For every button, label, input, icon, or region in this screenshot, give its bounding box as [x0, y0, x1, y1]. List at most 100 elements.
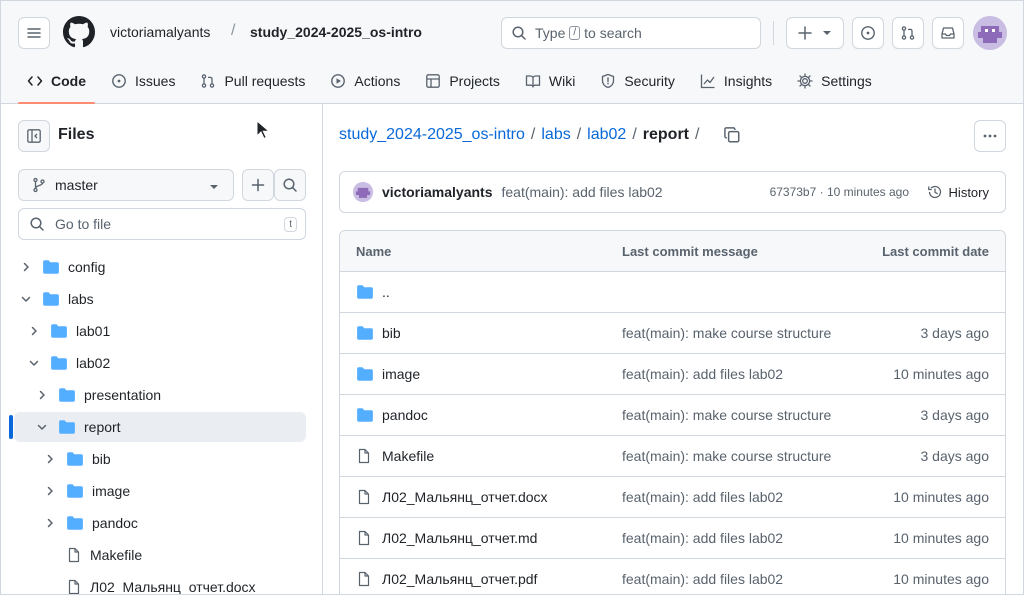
chevron-down-icon	[37, 424, 47, 430]
pull-requests-button[interactable]	[892, 17, 924, 49]
tree-item-label: image	[92, 483, 131, 499]
go-to-file-input[interactable]: Go to file t	[18, 208, 306, 240]
tree-item[interactable]: Л02_Мальянц_отчет.docx	[14, 572, 306, 595]
folder-icon	[43, 260, 59, 274]
tab-settings[interactable]: Settings	[788, 64, 881, 98]
tab-projects[interactable]: Projects	[416, 64, 509, 98]
row-commit-message[interactable]: feat(main): add files lab02	[622, 366, 783, 382]
table-row[interactable]: Л02_Мальянц_отчет.docx feat(main): add fi…	[340, 477, 1005, 518]
row-name-link[interactable]: Л02_Мальянц_отчет.md	[382, 530, 537, 546]
table-row[interactable]: Л02_Мальянц_отчет.pdf feat(main): add fil…	[340, 559, 1005, 595]
tree-toggle[interactable]	[42, 453, 58, 465]
search-prefix: Type	[535, 25, 566, 41]
tab-insights[interactable]: Insights	[691, 64, 781, 98]
repo-owner-link[interactable]: victoriamalyants	[110, 24, 210, 40]
row-commit-message[interactable]: feat(main): make course structure	[622, 407, 831, 423]
tree-item[interactable]: lab02	[14, 348, 306, 378]
chevron-right-icon	[31, 326, 37, 336]
user-avatar[interactable]	[973, 16, 1007, 50]
row-name-link[interactable]: image	[382, 366, 420, 382]
file-icon	[358, 448, 370, 464]
folder-icon	[67, 484, 83, 498]
row-name-link[interactable]: bib	[382, 325, 401, 341]
history-button[interactable]: History	[919, 177, 997, 207]
breadcrumb-repo-link[interactable]: study_2024-2025_os-intro	[339, 126, 525, 144]
row-commit-message[interactable]: feat(main): add files lab02	[622, 571, 783, 587]
row-name-link[interactable]: Makefile	[382, 448, 434, 464]
table-row[interactable]: ..	[340, 272, 1005, 313]
git-pull-request-icon	[901, 26, 915, 40]
folder-icon	[42, 259, 60, 275]
folder-icon	[356, 407, 374, 423]
folder-icon	[51, 324, 67, 338]
tree-item[interactable]: report	[9, 412, 306, 442]
tree-toggle[interactable]	[34, 389, 50, 401]
tree-toggle[interactable]	[26, 357, 42, 369]
tree-item-label: lab01	[76, 323, 111, 339]
table-row[interactable]: pandoc feat(main): make course structure 3…	[340, 395, 1005, 436]
tree-item[interactable]: pandoc	[14, 508, 306, 538]
repo-name-link[interactable]: study_2024-2025_os-intro	[250, 24, 422, 40]
tree-item[interactable]: Makefile	[14, 540, 306, 570]
tab-actions[interactable]: Actions	[321, 64, 409, 98]
row-name-link[interactable]: pandoc	[382, 407, 428, 423]
tab-issues[interactable]: Issues	[102, 64, 184, 98]
tree-toggle[interactable]	[18, 261, 34, 273]
tree-item[interactable]: labs	[14, 284, 306, 314]
collapse-sidebar-button[interactable]	[18, 120, 50, 152]
book-icon	[525, 75, 541, 88]
more-options-button[interactable]	[974, 120, 1006, 152]
table-row[interactable]: bib feat(main): make course structure 3 da…	[340, 313, 1005, 354]
tree-toggle[interactable]	[34, 421, 50, 433]
tree-item[interactable]: bib	[14, 444, 306, 474]
hamburger-icon	[27, 28, 41, 38]
commit-meta[interactable]: 67373b7 · 10 minutes ago	[770, 185, 909, 199]
file-icon	[66, 547, 82, 563]
pull-request-icon	[202, 74, 215, 88]
row-name-link[interactable]: Л02_Мальянц_отчет.pdf	[382, 571, 537, 587]
row-commit-message[interactable]: feat(main): add files lab02	[622, 530, 783, 546]
breadcrumb-lab02-link[interactable]: lab02	[587, 126, 626, 144]
tab-security[interactable]: Security	[591, 64, 684, 98]
tree-toggle[interactable]	[26, 325, 42, 337]
commit-author-avatar[interactable]	[353, 182, 373, 202]
tree-item[interactable]: presentation	[14, 380, 306, 410]
tab-code[interactable]: Code	[18, 64, 95, 104]
commit-author[interactable]: victoriamalyants	[382, 184, 493, 200]
global-search-input[interactable]: Type / to search	[501, 17, 761, 49]
tree-item[interactable]: config	[14, 252, 306, 282]
tree-item[interactable]: image	[14, 476, 306, 506]
commit-message[interactable]: feat(main): add files lab02	[502, 184, 663, 200]
table-row[interactable]: Л02_Мальянц_отчет.md feat(main): add file…	[340, 518, 1005, 559]
tree-toggle[interactable]	[42, 517, 58, 529]
github-logo-icon[interactable]	[63, 16, 95, 48]
row-name-link[interactable]: Л02_Мальянц_отчет.docx	[382, 489, 548, 505]
menu-button[interactable]	[18, 17, 50, 49]
branch-selector[interactable]: master	[18, 169, 234, 201]
row-commit-message[interactable]: feat(main): make course structure	[622, 448, 831, 464]
breadcrumb-labs-link[interactable]: labs	[541, 126, 570, 144]
row-name-link[interactable]: ..	[382, 284, 390, 300]
tree-item[interactable]: lab01	[14, 316, 306, 346]
tree-toggle[interactable]	[18, 293, 34, 305]
folder-icon	[43, 292, 59, 306]
tree-toggle[interactable]	[42, 485, 58, 497]
row-commit-message[interactable]: feat(main): make course structure	[622, 325, 831, 341]
table-row[interactable]: image feat(main): add files lab02 10 minut…	[340, 354, 1005, 395]
row-commit-date: 3 days ago	[920, 407, 990, 423]
table-row[interactable]: Makefile feat(main): make course structur…	[340, 436, 1005, 477]
folder-icon	[66, 515, 84, 531]
tab-wiki[interactable]: Wiki	[516, 64, 584, 98]
inbox-button[interactable]	[932, 17, 964, 49]
search-files-button[interactable]	[274, 169, 306, 201]
chevron-right-icon	[47, 454, 53, 464]
file-icon	[66, 579, 82, 595]
tree-item-label: lab02	[76, 355, 111, 371]
row-commit-message[interactable]: feat(main): add files lab02	[622, 489, 783, 505]
create-new-button[interactable]	[786, 17, 844, 49]
tab-pull-requests[interactable]: Pull requests	[191, 64, 314, 98]
copy-path-icon[interactable]	[723, 126, 741, 144]
issues-button[interactable]	[852, 17, 884, 49]
tab-label: Wiki	[548, 73, 576, 89]
add-file-button[interactable]	[242, 169, 274, 201]
